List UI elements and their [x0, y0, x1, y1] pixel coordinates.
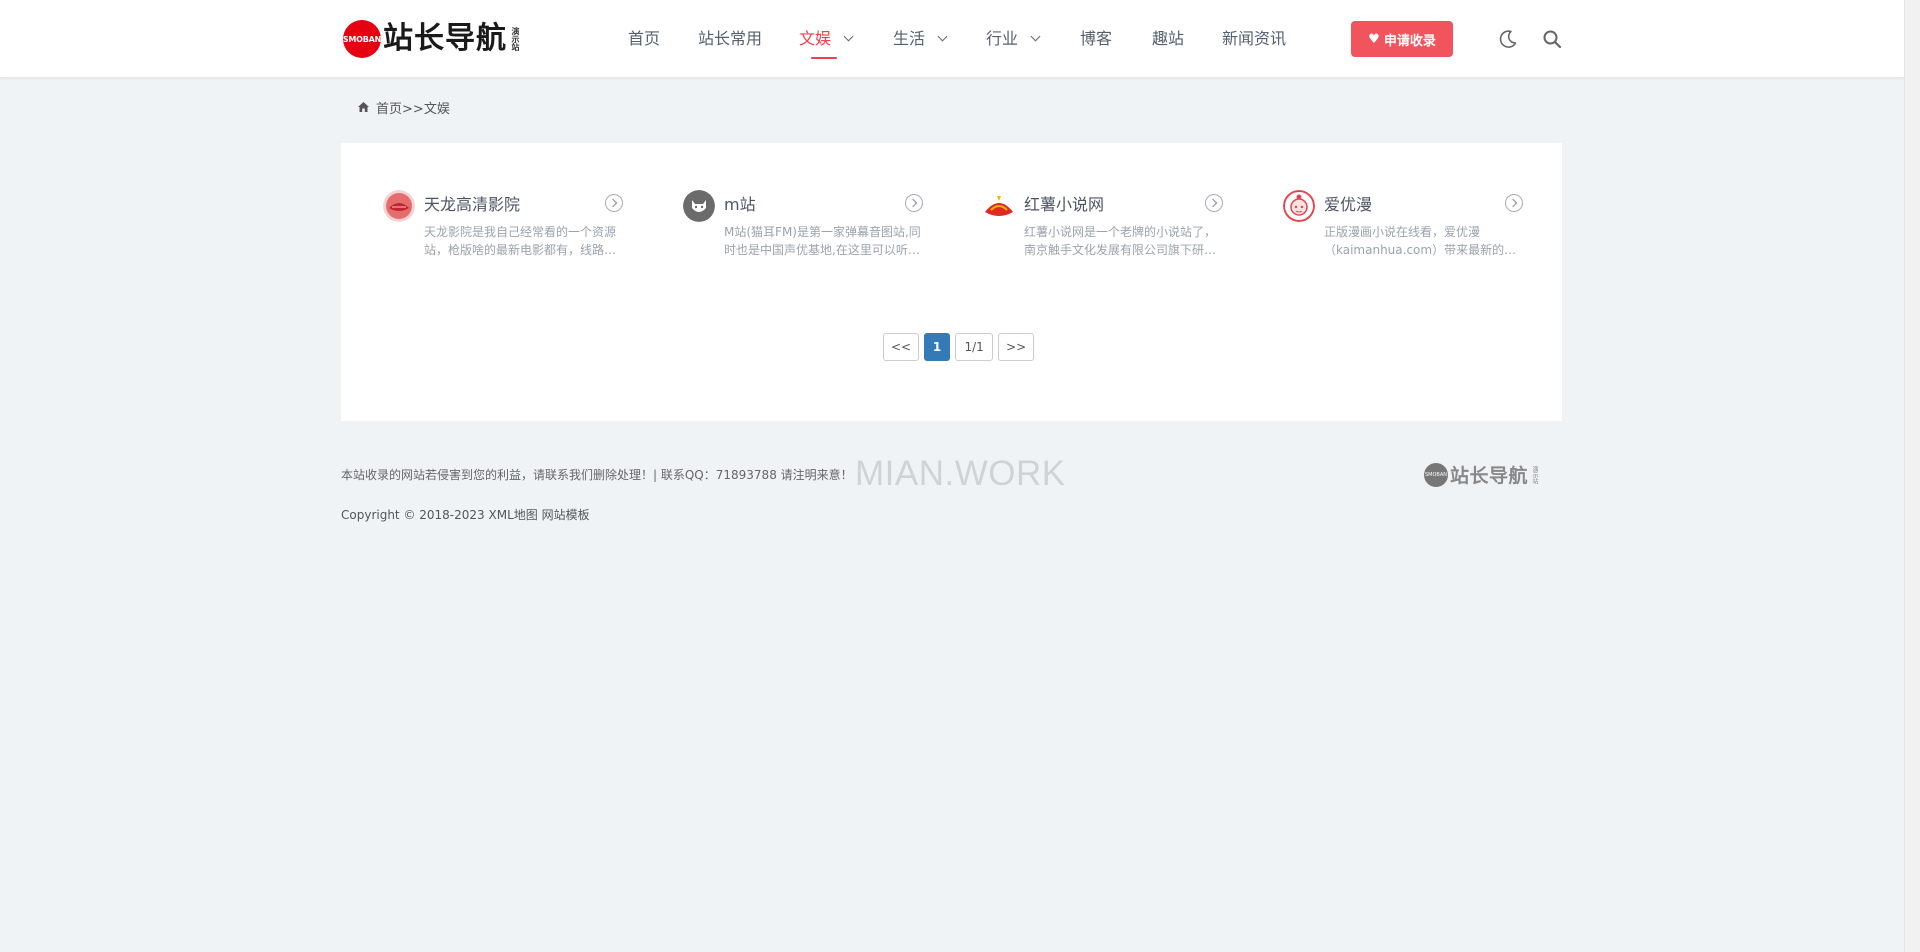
pagination-prev[interactable]: <<: [883, 333, 920, 361]
footer-logo-subtitle: 演示站: [1531, 466, 1538, 484]
nav-item-entertainment[interactable]: 文娱: [799, 26, 854, 52]
home-icon: [357, 101, 370, 119]
nav-item-home[interactable]: 首页: [628, 26, 660, 52]
site-card-description: 红薯小说网是一个老牌的小说站了，南京触手文化发展有限公司旗下研发的小说阅读网站。: [1024, 225, 1217, 257]
heart-icon: ♥: [1368, 31, 1380, 47]
pagination: << 1 1/1 >>: [883, 333, 1035, 361]
nav-item-industry[interactable]: 行业: [986, 26, 1041, 52]
nav-item-fun[interactable]: 趣站: [1152, 26, 1184, 52]
apply-listing-button[interactable]: ♥ 申请收录: [1351, 21, 1453, 57]
breadcrumb-home[interactable]: 首页: [376, 101, 402, 119]
site-card[interactable]: 爱优漫 正版漫画小说在线看，爱优漫（kaimanhua.com）带来最新的漫画小…: [1283, 186, 1523, 266]
chevron-down-icon: [843, 31, 854, 42]
site-card[interactable]: 红薯小说网 红薯小说网是一个老牌的小说站了，南京触手文化发展有限公司旗下研发的小…: [983, 186, 1223, 266]
nav-item-label: 博客: [1080, 29, 1113, 48]
chevron-down-icon: [937, 31, 948, 42]
nav-item-life[interactable]: 生活: [893, 26, 948, 52]
search-icon[interactable]: [1540, 27, 1564, 51]
chevron-right-icon[interactable]: [1205, 194, 1223, 212]
apply-listing-label: 申请收录: [1383, 33, 1436, 49]
chevron-down-icon: [1030, 31, 1041, 42]
footer-logo: SMOBAN 站长导航 演示站: [1424, 461, 1538, 488]
nav-item-label: 站长常用: [698, 29, 763, 48]
site-card-description: M站(猫耳FM)是第一家弹幕音图站,同时也是中国声优基地,在这里可以听电台、音乐…: [724, 225, 921, 257]
page-scrollbar[interactable]: [1904, 0, 1920, 952]
breadcrumb: 首页 >> 文娱: [357, 101, 450, 119]
nav-item-label: 首页: [628, 29, 661, 48]
active-nav-indicator: [811, 57, 837, 59]
main-nav: 首页 站长常用 文娱 生活 行业 博客 趣站 新闻资讯: [0, 0, 1904, 78]
nav-item-label: 新闻资讯: [1222, 29, 1287, 48]
hongshu-logo-icon: [983, 190, 1015, 222]
copyright: Copyright © 2018-2023 XML地图 网站模板: [341, 506, 590, 523]
site-card-title: 红薯小说网: [1024, 195, 1105, 214]
nav-item-label: 文娱: [799, 29, 832, 48]
pagination-info: 1/1: [955, 333, 994, 361]
nav-item-label: 行业: [986, 29, 1019, 48]
aiyouman-logo-icon: [1283, 190, 1315, 222]
footer-logo-badge: SMOBAN: [1424, 462, 1448, 487]
breadcrumb-separator: >>: [402, 102, 424, 117]
site-card-title: 爱优漫: [1324, 195, 1373, 214]
nav-item-webmaster[interactable]: 站长常用: [698, 26, 762, 52]
pagination-next[interactable]: >>: [998, 333, 1035, 361]
chevron-right-icon[interactable]: [605, 194, 623, 212]
site-card-description: 正版漫画小说在线看，爱优漫（kaimanhua.com）带来最新的漫画小说作品。: [1324, 225, 1517, 257]
site-card-title: m站: [724, 195, 756, 214]
breadcrumb-current: 文娱: [423, 102, 450, 117]
chevron-right-icon[interactable]: [905, 194, 923, 212]
nav-item-news[interactable]: 新闻资讯: [1222, 26, 1286, 52]
site-card-title: 天龙高清影院: [424, 195, 521, 214]
footer-logo-subtitle-text: 演示站: [1531, 465, 1539, 484]
footer-link-sitemap[interactable]: XML地图: [489, 508, 538, 522]
site-card-description: 天龙影院是我自己经常看的一个资源站，枪版啥的最新电影都有，线路很多，速度也快。: [424, 225, 617, 257]
site-card[interactable]: 天龙高清影院 天龙影院是我自己经常看的一个资源站，枪版啥的最新电影都有，线路很多…: [383, 186, 623, 266]
site-header: SMOBAN 站长导航 演示站 首页 站长常用 文娱 生活 行业 博客 趣站 新…: [0, 0, 1904, 78]
tianlong-logo-icon: [383, 190, 415, 222]
moon-icon[interactable]: [1496, 27, 1520, 51]
footer-link-templates[interactable]: 网站模板: [542, 508, 590, 522]
chevron-right-icon[interactable]: [1505, 194, 1523, 212]
nav-item-blog[interactable]: 博客: [1080, 26, 1112, 52]
nav-item-label: 趣站: [1152, 29, 1185, 48]
site-list-panel: 天龙高清影院 天龙影院是我自己经常看的一个资源站，枪版啥的最新电影都有，线路很多…: [341, 143, 1562, 421]
footer-logo-title: 站长导航: [1450, 465, 1529, 487]
nav-item-label: 生活: [893, 29, 926, 48]
footer-notice: 本站收录的网站若侵害到您的利益，请联系我们删除处理！| 联系QQ：7189378…: [341, 468, 853, 482]
pagination-current-page[interactable]: 1: [924, 333, 951, 361]
site-card[interactable]: m站 M站(猫耳FM)是第一家弹幕音图站,同时也是中国声优基地,在这里可以听电台…: [683, 186, 923, 266]
copyright-text: Copyright © 2018-2023: [341, 508, 485, 522]
watermark: MIAN.WORK: [855, 454, 1066, 493]
cat-logo-icon: [683, 190, 715, 222]
